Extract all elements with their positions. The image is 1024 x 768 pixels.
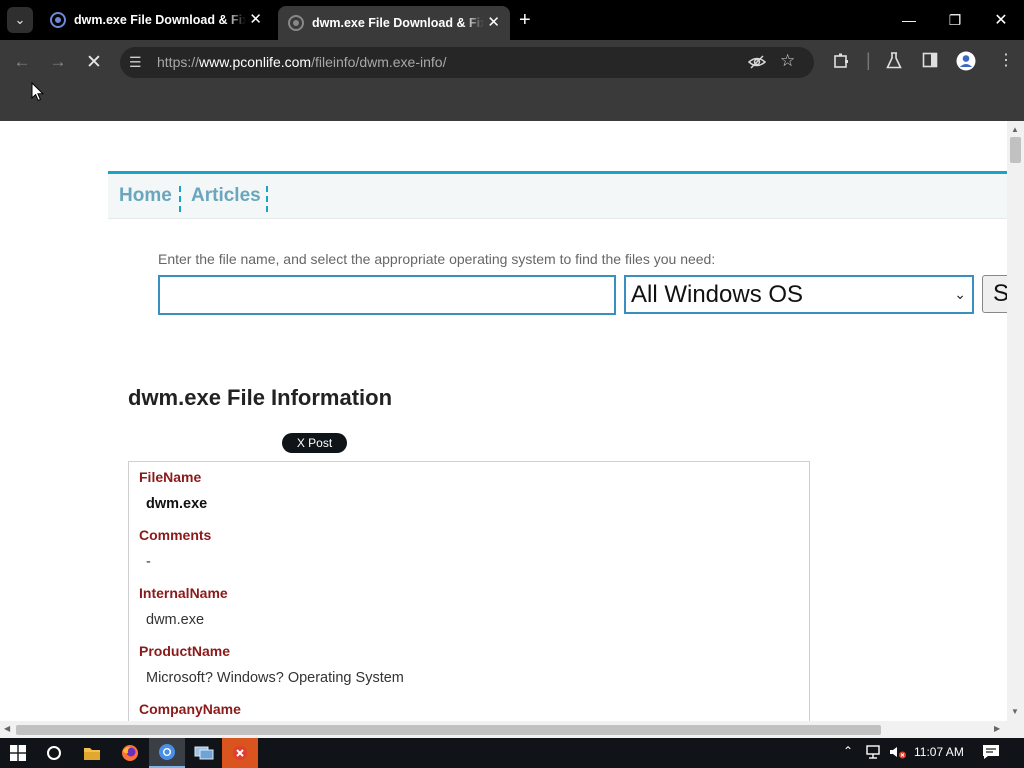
- network-app-icon[interactable]: [186, 738, 222, 768]
- forward-icon[interactable]: →: [46, 50, 70, 74]
- nav-divider: [179, 186, 181, 212]
- info-value: dwm.exe: [146, 496, 208, 512]
- loading-favicon-icon: [288, 15, 304, 31]
- url-path: /fileinfo/dwm.exe-info/: [311, 54, 447, 70]
- restore-icon[interactable]: ❐: [932, 0, 978, 40]
- firefox-icon[interactable]: [112, 738, 148, 768]
- page-title: dwm.exe File Information: [128, 385, 393, 410]
- extensions-icon[interactable]: [832, 52, 850, 74]
- x-post-label: X Post: [296, 436, 333, 450]
- minimize-icon[interactable]: —: [886, 0, 932, 40]
- start-windows-icon[interactable]: [0, 738, 36, 768]
- new-tab-icon[interactable]: +: [519, 9, 531, 31]
- url-host: www.pconlife.com: [199, 54, 312, 70]
- action-center-icon[interactable]: [982, 744, 1000, 763]
- mouse-cursor-icon: [31, 81, 45, 107]
- scroll-down-icon[interactable]: ▼: [1011, 707, 1019, 716]
- nav-divider: [266, 186, 268, 212]
- back-icon[interactable]: ←: [10, 50, 34, 74]
- info-value: Microsoft? Windows? Operating System: [146, 670, 404, 686]
- url-text[interactable]: https://www.pconlife.com/fileinfo/dwm.ex…: [157, 54, 446, 70]
- chevron-down-icon: ⌄: [954, 286, 966, 302]
- info-row: ProductName Microsoft? Windows? Operatin…: [129, 636, 809, 694]
- chrome-icon[interactable]: [149, 738, 185, 768]
- address-bar[interactable]: ☰ https://www.pconlife.com/fileinfo/dwm.…: [120, 47, 814, 78]
- file-explorer-icon[interactable]: [74, 738, 110, 768]
- bookmarks-bar: [0, 84, 1024, 121]
- tab-search-dropdown-icon[interactable]: ⌄: [7, 7, 33, 33]
- search-button[interactable]: S: [982, 275, 1007, 313]
- info-value: dwm.exe: [146, 612, 205, 628]
- info-row: InternalName dwm.exe: [129, 578, 809, 636]
- tracking-protection-eye-icon[interactable]: [747, 53, 767, 75]
- site-settings-icon[interactable]: ☰: [129, 54, 142, 71]
- tab-close-icon[interactable]: ✕: [487, 14, 500, 32]
- info-row: FileName dwm.exe: [129, 462, 809, 520]
- vertical-scrollbar[interactable]: ▲ ▼: [1007, 121, 1024, 721]
- nav-articles-link[interactable]: Articles: [191, 185, 261, 207]
- toolbar-divider: |: [866, 50, 871, 70]
- search-instructions: Enter the file name, and select the appr…: [158, 251, 716, 267]
- profile-avatar-icon[interactable]: [956, 51, 976, 75]
- window-close-icon[interactable]: ✕: [978, 0, 1024, 40]
- network-tray-icon[interactable]: [864, 744, 882, 763]
- windows-taskbar: ⌃ 11:07 AM: [0, 738, 1024, 768]
- scroll-right-icon[interactable]: ▶: [994, 724, 1000, 733]
- volume-muted-icon[interactable]: [888, 744, 908, 763]
- side-panel-icon[interactable]: [922, 52, 938, 72]
- info-key: InternalName: [139, 584, 228, 601]
- horizontal-scrollbar[interactable]: ◀ ▶: [0, 721, 1024, 738]
- site-navbar: Home Articles: [108, 171, 1007, 219]
- info-key: ProductName: [139, 642, 231, 659]
- nav-home-link[interactable]: Home: [119, 185, 172, 207]
- file-info-table: FileName dwm.exe Comments - InternalName…: [128, 461, 810, 721]
- vertical-scroll-thumb[interactable]: [1010, 137, 1021, 163]
- browser-toolbar: ← → ✕ ☰ https://www.pconlife.com/fileinf…: [0, 40, 1024, 84]
- info-key: Comments: [139, 526, 212, 543]
- info-key: CompanyName: [139, 700, 241, 717]
- tab-close-icon[interactable]: ✕: [249, 11, 262, 29]
- horizontal-scroll-thumb[interactable]: [16, 725, 881, 735]
- info-value: -: [146, 554, 151, 570]
- scroll-left-icon[interactable]: ◀: [4, 724, 10, 733]
- tab-strip: ⌄ dwm.exe File Download & Fix | ✕ dwm.ex…: [0, 0, 1024, 40]
- file-search-input[interactable]: [158, 275, 616, 315]
- tab-pconlife-2[interactable]: dwm.exe File Download & Fix | ✕: [278, 6, 510, 40]
- info-row: Comments -: [129, 520, 809, 578]
- os-select-value: All Windows OS: [631, 280, 804, 308]
- site-favicon-icon: [50, 12, 66, 28]
- taskbar-clock[interactable]: 11:07 AM: [914, 745, 964, 759]
- os-select[interactable]: All Windows OS ⌄: [624, 275, 974, 314]
- scroll-up-icon[interactable]: ▲: [1011, 125, 1019, 134]
- tab-title: dwm.exe File Download & Fix |: [312, 16, 484, 30]
- xmind-app-icon[interactable]: [222, 738, 258, 768]
- x-post-button[interactable]: X Post: [282, 433, 347, 453]
- labs-flask-icon[interactable]: [886, 52, 902, 73]
- bookmark-star-icon[interactable]: ☆: [780, 51, 795, 71]
- info-key: FileName: [139, 468, 202, 485]
- browser-window: ⌄ dwm.exe File Download & Fix | ✕ dwm.ex…: [0, 0, 1024, 768]
- stop-loading-icon[interactable]: ✕: [82, 50, 106, 74]
- more-menu-icon[interactable]: ⋮: [998, 50, 1014, 70]
- info-row: CompanyName: [129, 694, 809, 721]
- page-viewport: Home Articles Enter the file name, and s…: [0, 121, 1007, 721]
- tray-overflow-chevron-icon[interactable]: ⌃: [843, 744, 853, 758]
- cortana-search-icon[interactable]: [36, 738, 72, 768]
- tab-title: dwm.exe File Download & Fix |: [74, 13, 246, 27]
- tab-pconlife-1[interactable]: dwm.exe File Download & Fix | ✕: [40, 6, 272, 34]
- url-scheme: https://: [157, 54, 200, 70]
